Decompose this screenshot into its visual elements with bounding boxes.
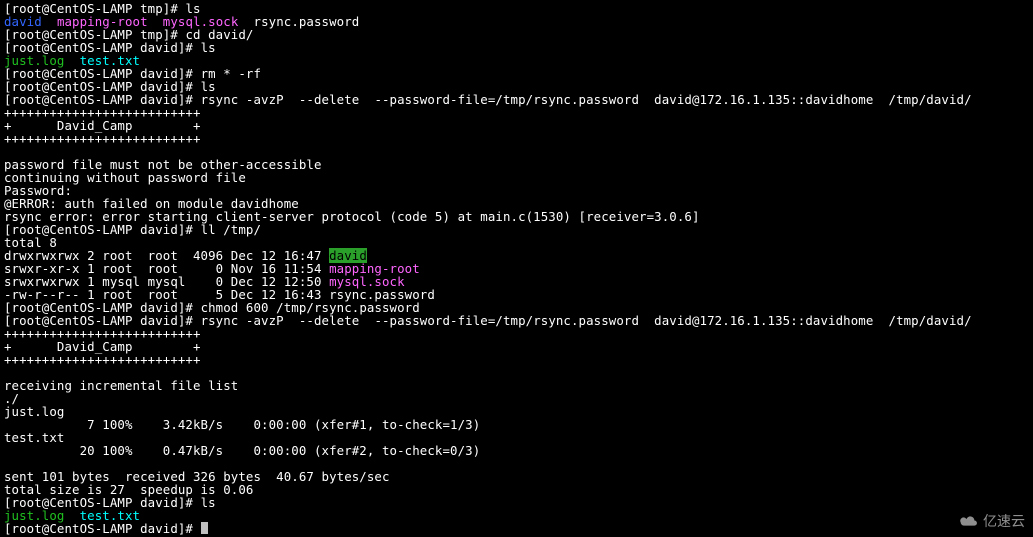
cmd-rsync: rsync -avzP --delete --password-file=/tm… bbox=[201, 313, 972, 328]
banner-rule: ++++++++++++++++++++++++++ bbox=[4, 131, 201, 146]
terminal-output[interactable]: [root@CentOS-LAMP tmp]# ls david mapping… bbox=[0, 0, 1033, 537]
transfer-line1: 7 100% 3.42kB/s 0:00:00 (xfer#1, to-chec… bbox=[4, 417, 480, 432]
transfer-recv: receiving incremental file list bbox=[4, 378, 238, 393]
transfer-line2: 20 100% 0.47kB/s 0:00:00 (xfer#2, to-che… bbox=[4, 443, 480, 458]
cmd-ls: ls bbox=[201, 495, 216, 510]
cmd-ls: ls bbox=[201, 40, 216, 55]
cloud-icon bbox=[957, 513, 979, 529]
prompt: [root@CentOS-LAMP david]# bbox=[4, 521, 201, 536]
banner-rule: ++++++++++++++++++++++++++ bbox=[4, 352, 201, 367]
cmd-rsync: rsync -avzP --delete --password-file=/tm… bbox=[201, 92, 972, 107]
cursor[interactable] bbox=[201, 522, 208, 534]
watermark-text: 亿速云 bbox=[983, 511, 1025, 531]
file-rsync-password: rsync.password bbox=[254, 14, 360, 29]
watermark: 亿速云 bbox=[957, 511, 1025, 531]
cmd-ll: ll /tmp/ bbox=[201, 222, 261, 237]
